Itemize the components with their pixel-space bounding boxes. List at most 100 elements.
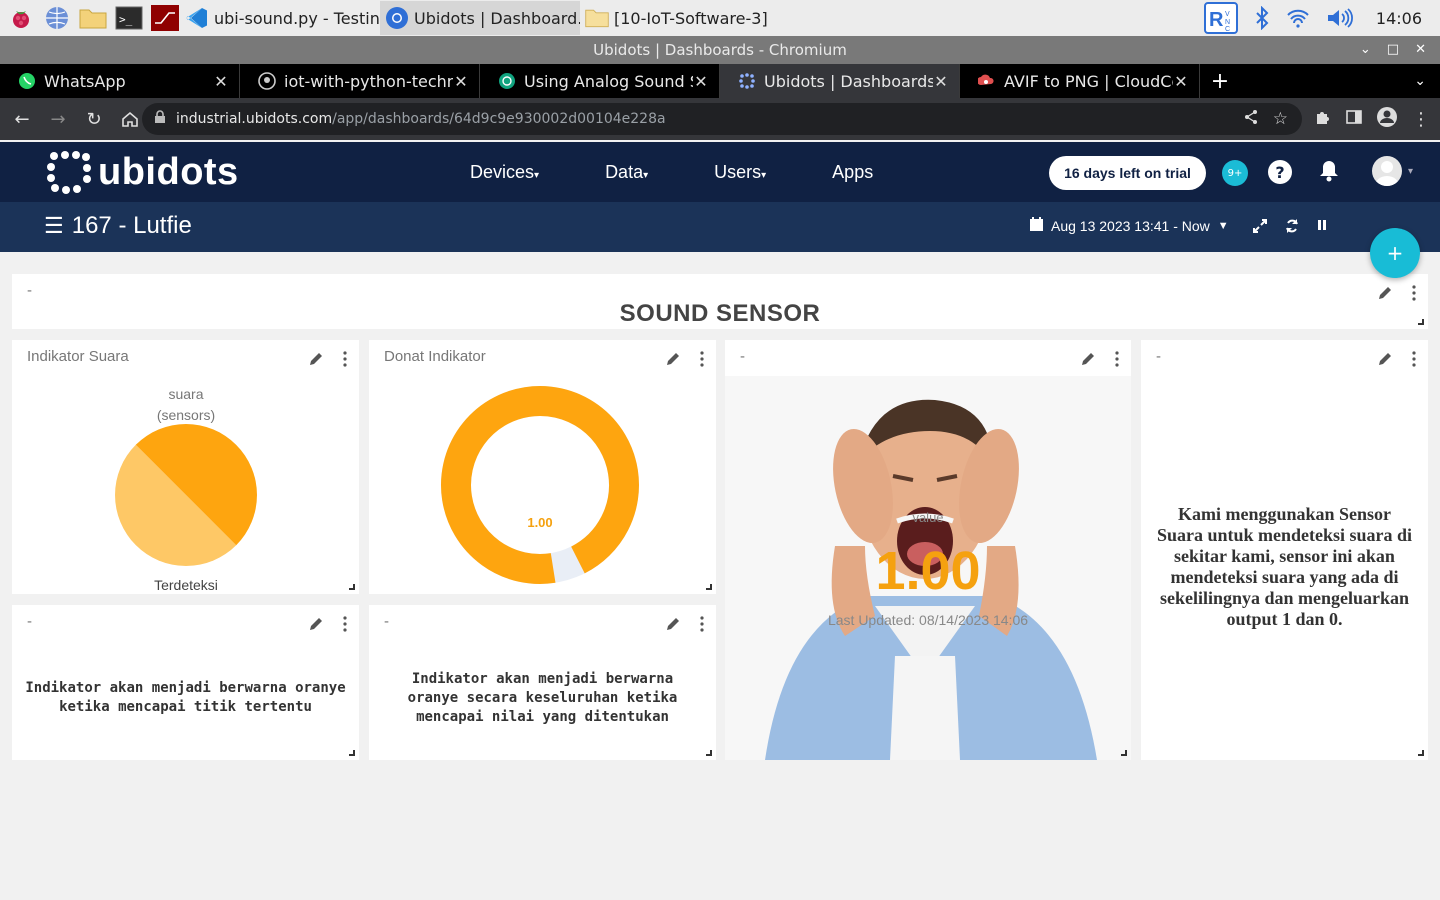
tab-close-icon[interactable]: ✕ — [933, 72, 949, 91]
notification-count-badge[interactable]: 9+ — [1222, 160, 1248, 186]
terminal-icon[interactable]: >_ — [114, 3, 144, 33]
tab-label: WhatsApp — [44, 71, 126, 91]
date-range-picker[interactable]: Aug 13 2023 13:41 - Now ▼ — [1030, 217, 1229, 234]
taskbar-app-label: Ubidots | Dashboard... — [414, 8, 580, 28]
volume-icon[interactable] — [1326, 7, 1354, 29]
resize-handle[interactable] — [706, 750, 712, 756]
clock[interactable]: 14:06 — [1376, 9, 1422, 28]
raspberry-menu-icon[interactable] — [6, 3, 36, 33]
bell-icon[interactable] — [1318, 159, 1340, 187]
edit-pencil-icon[interactable] — [1376, 350, 1394, 372]
tab-chatgpt[interactable]: Using Analog Sound Sensor ✕ — [480, 64, 720, 98]
browser-launcher-icon[interactable] — [42, 3, 72, 33]
more-vertical-icon[interactable] — [1412, 351, 1416, 371]
edit-pencil-icon[interactable] — [664, 350, 682, 372]
tab-close-icon[interactable]: ✕ — [213, 72, 229, 91]
ubidots-icon — [738, 72, 756, 90]
chatgpt-icon — [498, 72, 516, 90]
widget-title: - — [27, 613, 32, 630]
tab-whatsapp[interactable]: WhatsApp ✕ — [0, 64, 240, 98]
more-vertical-icon[interactable] — [1412, 285, 1416, 305]
resize-handle[interactable] — [349, 584, 355, 590]
dashboard-selector[interactable]: ☰ 167 - Lutfie — [44, 212, 192, 240]
svg-text:V: V — [1225, 11, 1230, 18]
share-icon[interactable] — [1243, 109, 1259, 129]
pause-icon[interactable] — [1316, 218, 1328, 238]
browser-tab-strip: WhatsApp ✕ iot-with-python-technical ✕ U… — [0, 64, 1440, 98]
reload-icon[interactable]: ↻ — [78, 103, 110, 135]
new-tab-button[interactable]: + — [1200, 64, 1240, 98]
node-red-icon[interactable] — [150, 3, 180, 33]
resize-handle[interactable] — [1418, 750, 1424, 756]
file-manager-icon[interactable] — [78, 3, 108, 33]
tab-close-icon[interactable]: ✕ — [453, 72, 469, 91]
logo-text: ubidots — [98, 150, 239, 193]
trial-button[interactable]: 16 days left on trial — [1049, 156, 1206, 190]
nav-label: Apps — [832, 161, 874, 182]
nav-users[interactable]: Users▾ — [714, 162, 766, 183]
refresh-icon[interactable] — [1284, 218, 1300, 238]
metric-value: 1.00 — [875, 541, 981, 601]
back-icon[interactable]: ← — [6, 103, 38, 135]
lock-icon[interactable] — [154, 110, 166, 128]
tab-close-icon[interactable]: ✕ — [1173, 72, 1189, 91]
side-panel-icon[interactable] — [1346, 109, 1362, 129]
bluetooth-icon[interactable] — [1254, 6, 1270, 30]
ubidots-logo[interactable]: ubidots — [46, 150, 239, 194]
taskbar-app-chromium[interactable]: Ubidots | Dashboard... — [380, 1, 580, 35]
nav-data[interactable]: Data▾ — [605, 162, 648, 183]
resize-handle[interactable] — [1418, 319, 1424, 325]
nav-apps[interactable]: Apps — [832, 162, 873, 183]
extensions-icon[interactable] — [1314, 108, 1332, 130]
hamburger-icon[interactable]: ☰ — [44, 213, 64, 239]
maximize-icon[interactable]: □ — [1387, 36, 1399, 64]
description-text: Kami menggunakan Sensor Suara untuk mend… — [1156, 504, 1413, 629]
donut-arc[interactable] — [441, 386, 639, 584]
github-icon — [258, 72, 276, 90]
tab-cloudconvert[interactable]: AVIF to PNG | CloudConvert ✕ — [960, 64, 1200, 98]
tab-search-icon[interactable]: ⌄ — [1414, 64, 1426, 98]
tab-ubidots[interactable]: Ubidots | Dashboards ✕ — [720, 64, 960, 98]
taskbar-app-vscode[interactable]: ubi-sound.py - Testin... — [180, 1, 380, 35]
browser-menu-icon[interactable]: ⋮ — [1412, 109, 1430, 130]
more-vertical-icon[interactable] — [343, 616, 347, 636]
whatsapp-icon — [18, 72, 36, 90]
pie-chart: suara (sensors) Terdeteksi — [115, 386, 257, 593]
profile-icon[interactable] — [1376, 106, 1398, 132]
widget-tools — [307, 350, 347, 372]
bookmark-star-icon[interactable]: ☆ — [1273, 109, 1288, 129]
close-window-icon[interactable]: ✕ — [1415, 36, 1426, 64]
forward-icon[interactable]: → — [42, 103, 74, 135]
edit-pencil-icon[interactable] — [307, 615, 325, 637]
nav-devices[interactable]: Devices▾ — [470, 162, 539, 183]
edit-pencil-icon[interactable] — [1376, 284, 1394, 306]
fullscreen-icon[interactable] — [1252, 218, 1268, 238]
widget-tools — [664, 350, 704, 372]
add-widget-button[interactable]: + — [1370, 228, 1420, 278]
edit-pencil-icon[interactable] — [664, 615, 682, 637]
tab-close-icon[interactable]: ✕ — [693, 72, 709, 91]
system-tray: RVNC 14:06 — [1196, 0, 1440, 36]
resize-handle[interactable] — [349, 750, 355, 756]
edit-pencil-icon[interactable] — [1079, 350, 1097, 372]
more-vertical-icon[interactable] — [700, 616, 704, 636]
resize-handle[interactable] — [706, 584, 712, 590]
help-icon[interactable]: ? — [1268, 160, 1292, 184]
taskbar-app-folder[interactable]: [10-IoT-Software-3] — [580, 1, 770, 35]
more-vertical-icon[interactable] — [700, 351, 704, 371]
edit-pencil-icon[interactable] — [307, 350, 325, 372]
vnc-icon[interactable]: RVNC — [1203, 2, 1238, 34]
more-vertical-icon[interactable] — [343, 351, 347, 371]
cloudconvert-icon — [978, 72, 996, 90]
window-titlebar: Ubidots | Dashboards - Chromium ⌄ □ ✕ — [0, 36, 1440, 64]
url-bar[interactable]: industrial.ubidots.com/app/dashboards/64… — [142, 103, 1302, 135]
minimize-icon[interactable]: ⌄ — [1360, 36, 1371, 64]
avatar[interactable] — [1372, 156, 1402, 186]
more-vertical-icon[interactable] — [1115, 351, 1119, 371]
taskbar-app-label: [10-IoT-Software-3] — [614, 8, 768, 28]
wifi-icon[interactable] — [1286, 8, 1310, 28]
tab-github[interactable]: iot-with-python-technical ✕ — [240, 64, 480, 98]
resize-handle[interactable] — [1121, 750, 1127, 756]
widget-metric: - value 1.00 Last Updated: 08/14/2023 14… — [725, 340, 1131, 760]
avatar-caret-icon[interactable]: ▾ — [1408, 166, 1413, 177]
